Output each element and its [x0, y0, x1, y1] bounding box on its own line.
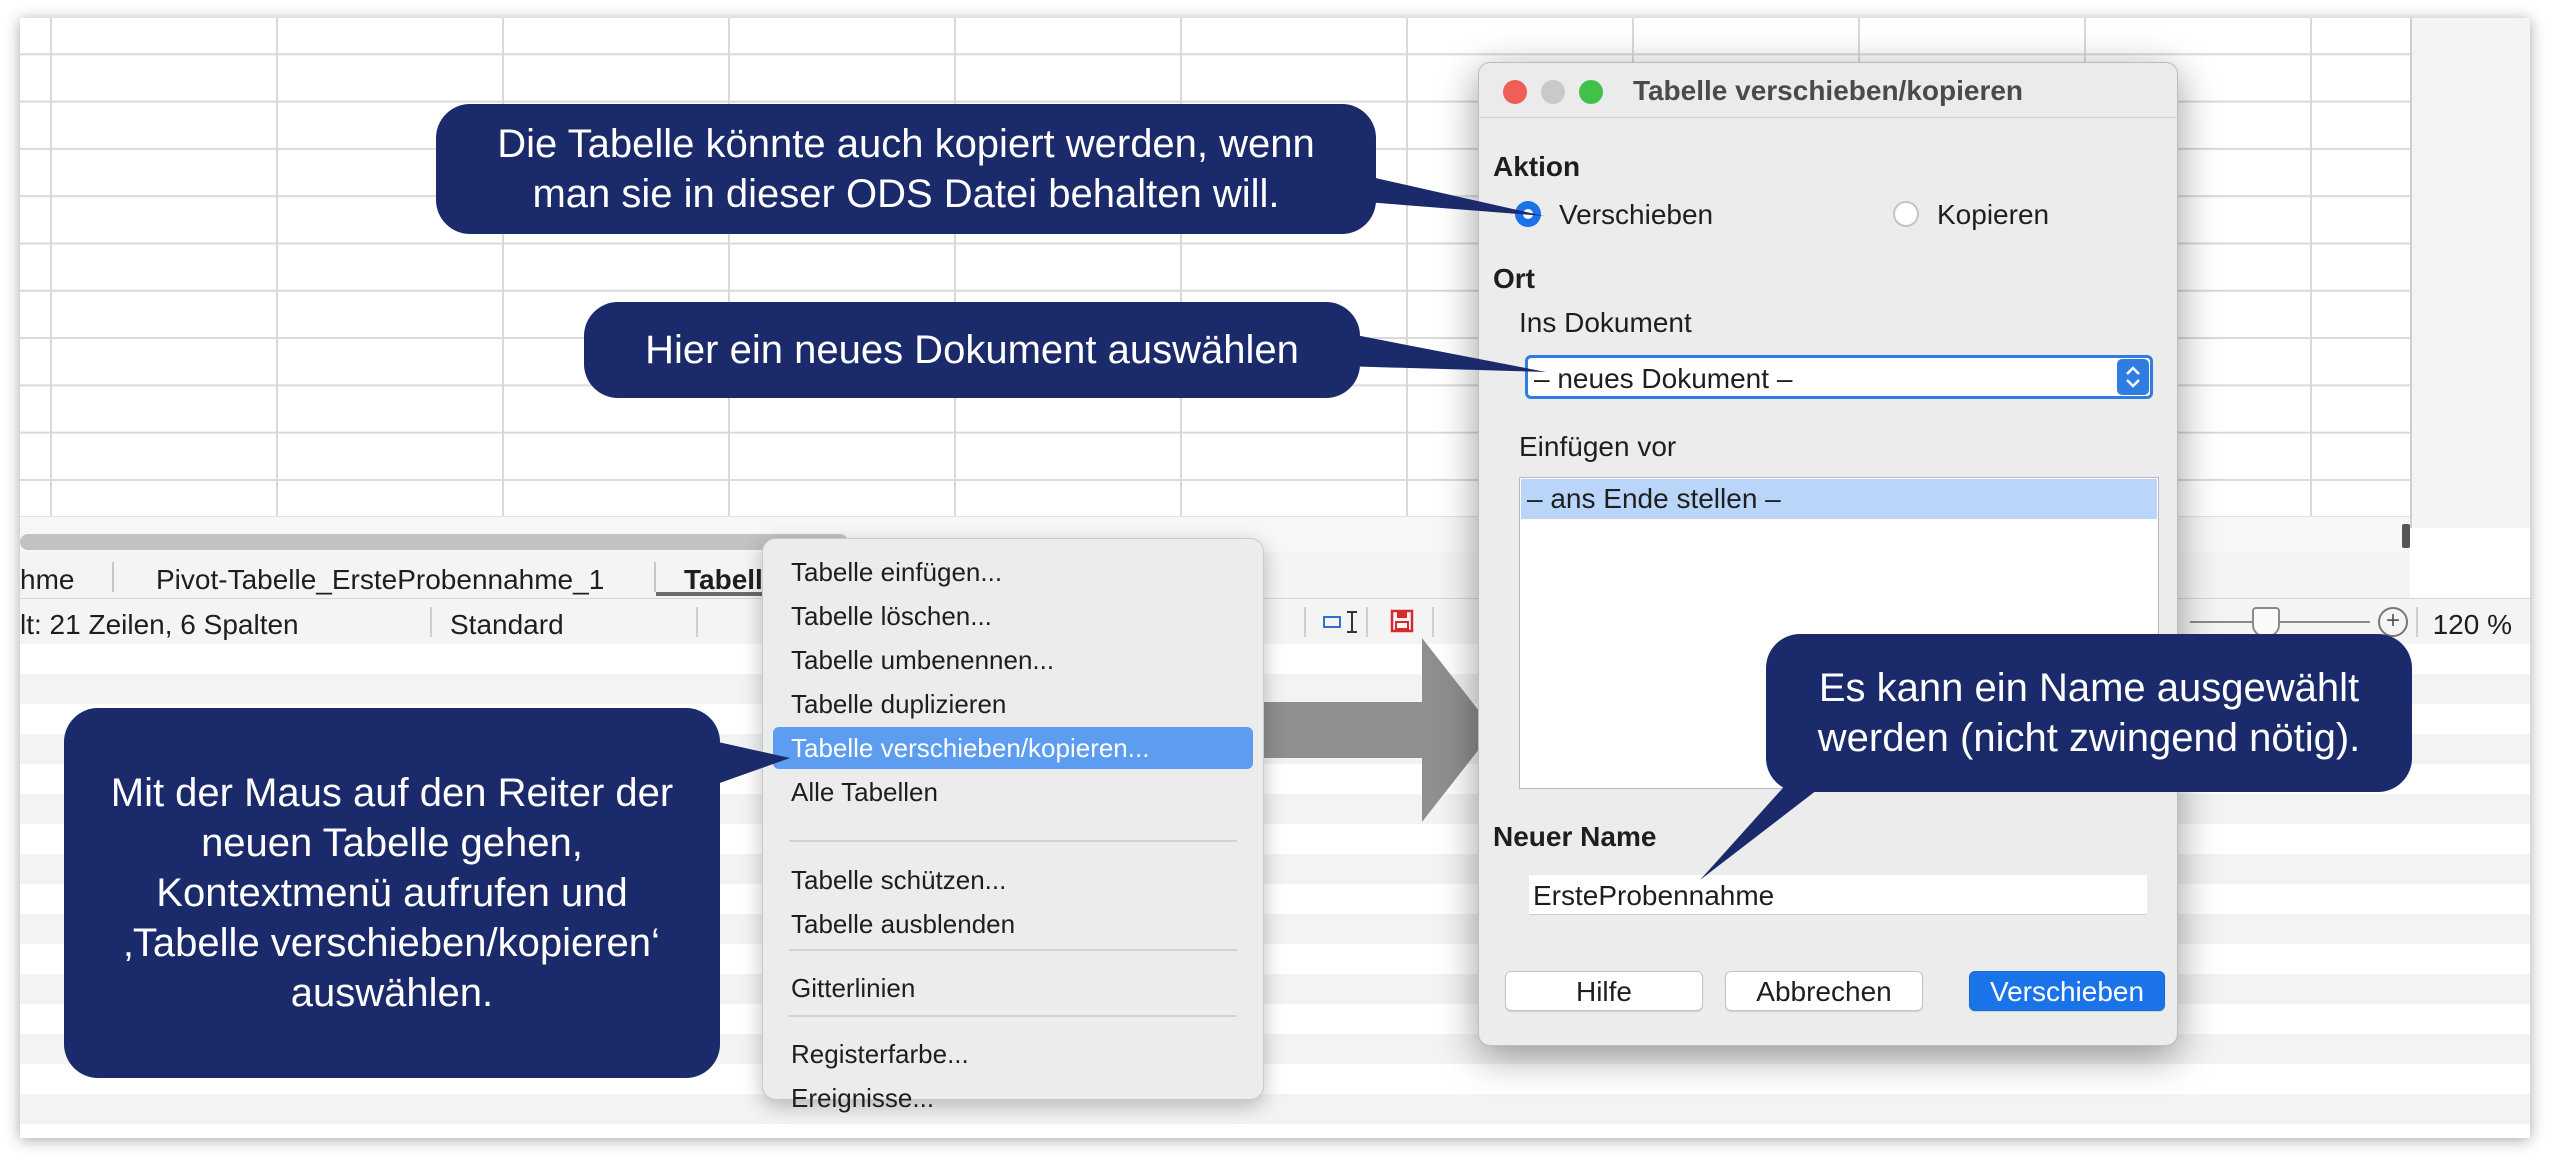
callout-name-note-text: Es kann ein Name ausgewählt werden (nich…: [1817, 666, 2361, 760]
callout-context-note: Mit der Maus auf den Reiter der neuen Ta…: [64, 708, 720, 1078]
callout-copy-note: Die Tabelle könnte auch kopiert werden, …: [436, 104, 1376, 234]
callout-document-note: Hier ein neues Dokument auswählen: [584, 302, 1360, 398]
callout-context-note-text: Mit der Maus auf den Reiter der neuen Ta…: [110, 771, 674, 1015]
callout-document-note-text: Hier ein neues Dokument auswählen: [645, 328, 1299, 372]
callout-name-note: Es kann ein Name ausgewählt werden (nich…: [1766, 634, 2412, 792]
callout-copy-note-text: Die Tabelle könnte auch kopiert werden, …: [497, 122, 1315, 216]
